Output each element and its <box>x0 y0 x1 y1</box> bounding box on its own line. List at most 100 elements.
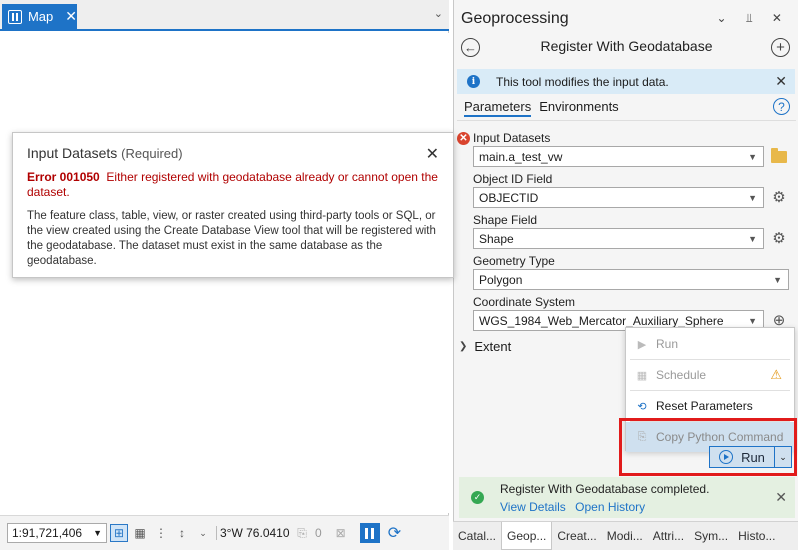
reset-icon: ⟲ <box>637 400 647 413</box>
parameter-tabs: Parameters Environments <box>464 99 619 117</box>
window-controls[interactable]: ⌄ ⫫ ✕ <box>716 11 790 26</box>
check-icon: ✓ <box>471 491 484 504</box>
divider <box>457 120 796 121</box>
scale-value: 1:91,721,406 <box>12 526 83 540</box>
completion-banner: ✓ Register With Geodatabase completed. V… <box>459 477 795 518</box>
map-tab-label: Map <box>27 9 54 24</box>
menu-item-run-label: Run <box>656 337 679 351</box>
add-icon[interactable]: + <box>771 38 790 57</box>
geometry-type-label: Geometry Type <box>473 254 555 268</box>
extent-section[interactable]: ❯ Extent <box>459 339 511 354</box>
menu-item-run[interactable]: ▶ Run <box>626 329 794 359</box>
shape-field[interactable]: Shape ▼ <box>473 228 764 249</box>
parameter-help-popup: Input Datasets (Required) ✕ Error 001050… <box>12 132 454 278</box>
refresh-icon[interactable]: ⟳ <box>388 523 401 543</box>
info-message: This tool modifies the input data. <box>496 74 669 89</box>
object-id-label: Object ID Field <box>473 172 553 186</box>
tab-attributes[interactable]: Attri... <box>648 522 689 550</box>
play-icon <box>719 450 734 464</box>
popup-title: Input Datasets (Required) <box>27 145 439 161</box>
tab-history[interactable]: Histo... <box>733 522 780 550</box>
pane-title: Geoprocessing <box>461 10 569 27</box>
extent-label: Extent <box>474 339 512 354</box>
tool-name: Register With Geodatabase <box>540 38 713 54</box>
map-status-bar: 1:91,721,406 ▼ ⊞ ▦ ⋮ ↕ ⌄ 3°W 76.0410 ⎘ 0… <box>0 515 449 550</box>
error-code: Error 001050 <box>27 170 100 184</box>
gear-icon[interactable]: ⚙ <box>770 188 788 206</box>
input-datasets-label: Input Datasets <box>473 131 551 145</box>
view-details-link[interactable]: View Details <box>500 500 566 514</box>
menu-item-reset-label: Reset Parameters <box>656 399 753 413</box>
coordinate-system-label: Coordinate System <box>473 295 576 309</box>
chevron-down-icon[interactable]: ▼ <box>773 275 782 285</box>
object-id-field[interactable]: OBJECTID ▼ <box>473 187 764 208</box>
selected-count: 0 <box>315 526 322 540</box>
map-icon <box>8 9 22 24</box>
help-icon[interactable]: ? <box>773 98 790 115</box>
run-options-dropdown[interactable]: ⌄ <box>775 446 792 468</box>
shape-field-label: Shape Field <box>473 213 538 227</box>
info-icon: i <box>467 75 480 88</box>
gear-icon[interactable]: ⚙ <box>770 229 788 247</box>
chevron-down-icon: ▼ <box>93 528 102 538</box>
chevron-down-icon[interactable]: ⌄ <box>434 7 443 20</box>
calendar-icon: ▦ <box>636 369 648 382</box>
close-icon[interactable]: ✕ <box>775 73 787 90</box>
error-icon: ✕ <box>457 132 470 145</box>
shape-field-value: Shape <box>479 231 514 246</box>
completion-message: Register With Geodatabase completed. <box>500 482 710 496</box>
scale-dropdown[interactable]: 1:91,721,406 ▼ <box>7 523 107 543</box>
map-tab-bar: Map ✕ ⌄ <box>0 0 449 31</box>
menu-item-copy-python-label: Copy Python Command <box>656 430 784 444</box>
menu-item-schedule-label: Schedule <box>656 368 707 382</box>
tab-modify-features[interactable]: Modi... <box>602 522 648 550</box>
chevron-down-icon[interactable]: ⌄ <box>194 524 212 542</box>
tab-catalog[interactable]: Catal... <box>453 522 501 550</box>
clear-selection-icon[interactable]: ⊠ <box>332 524 350 542</box>
copy-icon: ⎘ <box>637 430 647 443</box>
run-button-label: Run <box>741 449 765 465</box>
popup-required-tag: (Required) <box>121 146 183 161</box>
tab-geoprocessing[interactable]: Geop... <box>501 522 553 550</box>
close-icon[interactable]: ✕ <box>65 8 77 25</box>
tab-create-features[interactable]: Creat... <box>552 522 601 550</box>
north-arrow-icon[interactable]: ↕ <box>173 524 191 542</box>
geometry-type-field[interactable]: Polygon ▼ <box>473 269 789 290</box>
popup-description: The feature class, table, view, or raste… <box>27 210 436 267</box>
chevron-down-icon[interactable]: ▼ <box>748 234 757 244</box>
constraints-icon[interactable]: ⋮ <box>152 524 170 542</box>
grid-icon[interactable]: ▦ <box>131 524 149 542</box>
error-message: Error 001050 Either registered with geod… <box>27 170 439 200</box>
tab-symbology[interactable]: Sym... <box>689 522 733 550</box>
pause-drawing-button[interactable] <box>359 523 380 543</box>
warning-icon: ⚠ <box>770 367 782 382</box>
chevron-down-icon[interactable]: ▼ <box>748 152 757 162</box>
coordinate-readout: 3°W 76.0410 <box>216 526 290 540</box>
menu-item-reset-parameters[interactable]: ⟲ Reset Parameters <box>626 391 794 421</box>
run-button[interactable]: Run <box>709 446 775 468</box>
info-banner: i This tool modifies the input data. ✕ <box>457 69 795 94</box>
completion-links: View Details Open History <box>500 500 651 514</box>
dock-pane-tabs: Catal... Geop... Creat... Modi... Attri.… <box>453 521 798 550</box>
input-datasets-field[interactable]: main.a_test_vw ▼ <box>473 146 764 167</box>
input-datasets-value: main.a_test_vw <box>479 149 563 164</box>
close-icon[interactable]: ✕ <box>775 489 787 506</box>
tab-parameters[interactable]: Parameters <box>464 99 532 117</box>
run-options-menu: ▶ Run ▦ Schedule ⚠ ⟲ Reset Parameters ⎘ … <box>625 327 795 452</box>
play-icon: ▶ <box>637 338 647 351</box>
map-tab[interactable]: Map ✕ <box>2 4 77 29</box>
chevron-down-icon[interactable]: ▼ <box>748 316 757 326</box>
chevron-down-icon[interactable]: ▼ <box>748 193 757 203</box>
grid-snap-icon[interactable]: ⊞ <box>110 524 128 542</box>
chevron-right-icon: ❯ <box>459 341 468 352</box>
popup-title-text: Input Datasets <box>27 145 118 161</box>
object-id-value: OBJECTID <box>479 190 539 205</box>
geometry-type-value: Polygon <box>479 272 523 287</box>
close-icon[interactable]: ✕ <box>426 144 439 164</box>
tab-environments[interactable]: Environments <box>539 99 618 117</box>
open-history-link[interactable]: Open History <box>575 500 645 514</box>
select-features-icon[interactable]: ⎘ <box>293 524 311 542</box>
browse-folder-icon[interactable] <box>770 148 788 166</box>
menu-item-schedule[interactable]: ▦ Schedule ⚠ <box>626 360 794 390</box>
coordinate-system-value: WGS_1984_Web_Mercator_Auxiliary_Sphere <box>479 313 724 328</box>
